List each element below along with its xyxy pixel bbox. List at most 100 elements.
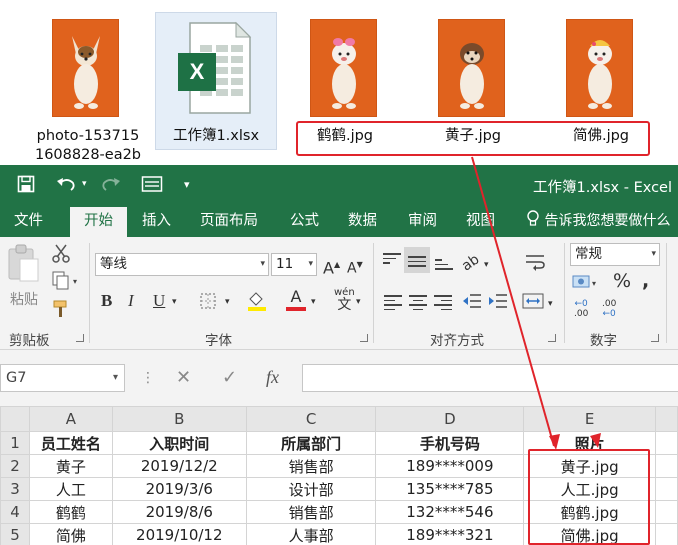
cell[interactable]: 189****009	[375, 454, 525, 478]
accounting-format-icon[interactable]: ▾	[572, 273, 598, 296]
number-format-combo[interactable]: 常规 ▾	[570, 243, 660, 266]
chevron-down-icon[interactable]: ▾	[311, 292, 316, 312]
cancel-icon[interactable]: ✕	[176, 367, 191, 388]
undo-icon[interactable]	[55, 175, 77, 198]
cell[interactable]: 2019/10/12	[111, 523, 247, 545]
cell[interactable]	[655, 477, 678, 501]
increase-decimal-button[interactable]: ←0.00	[574, 299, 588, 319]
cell[interactable]: 员工姓名	[28, 431, 113, 455]
tell-me-search[interactable]: 告诉我您想要做什么	[526, 205, 670, 237]
font-launcher-icon[interactable]	[360, 334, 368, 342]
shrink-font-button[interactable]: A▼	[347, 255, 363, 279]
bottom-align-icon[interactable]	[435, 259, 453, 273]
tab-data[interactable]: 数据	[348, 205, 377, 237]
align-right-icon[interactable]	[434, 295, 452, 310]
column-header-f[interactable]	[655, 406, 678, 432]
file-item-excel-selected[interactable]: X 工作簿1.xlsx	[155, 12, 277, 150]
tab-file[interactable]: 文件	[14, 205, 43, 237]
cell[interactable]: 销售部	[245, 454, 377, 478]
redo-icon[interactable]	[100, 175, 122, 198]
row-header[interactable]: 4	[0, 500, 30, 524]
cell[interactable]: 鹤鹤	[28, 500, 113, 524]
column-header-e[interactable]: E	[523, 406, 657, 432]
font-size-combo[interactable]: 11 ▾	[271, 253, 317, 276]
insert-function-button[interactable]: fx	[266, 367, 279, 388]
cell[interactable]: 人工	[28, 477, 113, 501]
number-launcher-icon[interactable]	[651, 334, 659, 342]
row-header[interactable]: 2	[0, 454, 30, 478]
phonetic-button[interactable]: wén 文	[334, 287, 355, 312]
cell[interactable]: 手机号码	[375, 431, 525, 455]
customize-toolbar-icon[interactable]: ▾	[184, 178, 190, 191]
column-header-c[interactable]: C	[245, 406, 377, 432]
cell[interactable]: 2019/3/6	[111, 477, 247, 501]
undo-dropdown-icon[interactable]: ▾	[82, 179, 87, 189]
fill-color-icon[interactable]	[246, 289, 268, 316]
align-center-icon[interactable]	[409, 295, 427, 310]
row-header[interactable]: 1	[0, 431, 30, 455]
cell[interactable]: 132****546	[375, 500, 525, 524]
middle-align-icon[interactable]	[408, 256, 426, 270]
select-all-corner[interactable]	[0, 406, 30, 432]
borders-icon[interactable]	[200, 293, 216, 314]
cell[interactable]: 黄子	[28, 454, 113, 478]
bold-button[interactable]: B	[101, 291, 112, 311]
cell[interactable]	[655, 523, 678, 545]
chevron-down-icon[interactable]: ▾	[172, 292, 177, 312]
tab-page-layout[interactable]: 页面布局	[200, 205, 258, 237]
format-painter-icon[interactable]	[52, 299, 70, 324]
italic-button[interactable]: I	[128, 291, 134, 311]
tab-view[interactable]: 视图	[466, 205, 495, 237]
alignment-launcher-icon[interactable]	[548, 334, 556, 342]
tab-home[interactable]: 开始	[70, 207, 127, 237]
name-box[interactable]: G7 ▾	[0, 364, 125, 392]
orientation-icon[interactable]: ab	[458, 250, 484, 276]
copy-icon[interactable]: ▾	[52, 271, 78, 296]
cell[interactable]	[655, 454, 678, 478]
decrease-decimal-button[interactable]: .00 ←0	[602, 299, 616, 319]
wrap-text-icon[interactable]	[525, 253, 545, 276]
underline-button[interactable]: U	[153, 291, 165, 311]
cell[interactable]: 135****785	[375, 477, 525, 501]
cell[interactable]: 设计部	[245, 477, 377, 501]
clipboard-launcher-icon[interactable]	[76, 334, 84, 342]
chevron-down-icon[interactable]: ▾	[484, 255, 489, 275]
top-align-icon[interactable]	[383, 253, 401, 267]
cell[interactable]: 简佛	[28, 523, 113, 545]
cell[interactable]: 所属部门	[245, 431, 377, 455]
tab-review[interactable]: 审阅	[408, 205, 437, 237]
file-item-photo[interactable]: photo-153715 1608828-ea2b	[30, 0, 146, 165]
decrease-indent-icon[interactable]	[462, 293, 482, 314]
save-icon[interactable]	[17, 175, 35, 198]
cut-icon[interactable]	[52, 243, 70, 268]
cell[interactable]	[655, 431, 678, 455]
column-header-a[interactable]: A	[28, 406, 113, 432]
cell[interactable]: 销售部	[245, 500, 377, 524]
font-color-button[interactable]: A	[286, 289, 306, 311]
paste-button[interactable]: 粘贴	[6, 243, 42, 317]
chevron-down-icon[interactable]: ▾	[225, 292, 230, 312]
merge-center-icon[interactable]	[522, 293, 544, 314]
enter-icon[interactable]: ✓	[222, 367, 237, 388]
form-icon[interactable]	[141, 175, 163, 198]
formula-input[interactable]	[302, 364, 678, 392]
tab-formulas[interactable]: 公式	[290, 205, 319, 237]
row-header[interactable]: 5	[0, 523, 30, 545]
increase-indent-icon[interactable]	[488, 293, 508, 314]
cell[interactable]	[655, 500, 678, 524]
cell[interactable]: 189****321	[375, 523, 525, 545]
cell[interactable]: 2019/8/6	[111, 500, 247, 524]
chevron-down-icon[interactable]: ▾	[548, 294, 553, 314]
cell[interactable]: 入职时间	[111, 431, 247, 455]
cell[interactable]: 2019/12/2	[111, 454, 247, 478]
percent-style-button[interactable]: %	[613, 271, 631, 291]
cell[interactable]: 人事部	[245, 523, 377, 545]
align-left-icon[interactable]	[384, 295, 402, 310]
chevron-down-icon[interactable]: ▾	[356, 292, 361, 312]
comma-style-button[interactable]: ,	[642, 271, 649, 291]
tab-insert[interactable]: 插入	[142, 205, 171, 237]
grow-font-button[interactable]: A▲	[323, 255, 340, 278]
row-header[interactable]: 3	[0, 477, 30, 501]
column-header-d[interactable]: D	[375, 406, 525, 432]
column-header-b[interactable]: B	[111, 406, 247, 432]
